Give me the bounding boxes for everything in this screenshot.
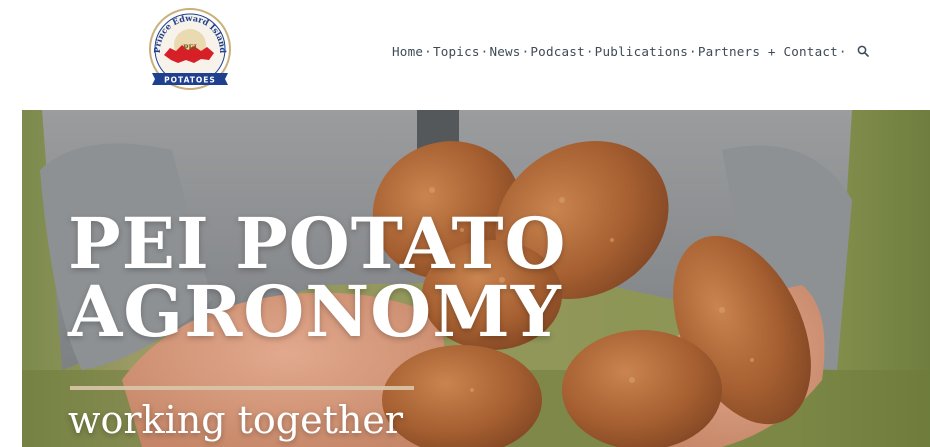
nav-podcast[interactable]: Podcast <box>530 44 584 59</box>
logo-center-text: PEI <box>183 43 197 52</box>
hero-subtitle: working together <box>68 398 403 442</box>
search-icon[interactable] <box>857 45 869 57</box>
hero-title-line1: PEI POTATO <box>68 202 567 285</box>
pei-potatoes-logo[interactable]: Prince Edward Island PEI POTATOES <box>146 7 234 95</box>
nav-separator: · <box>838 43 847 59</box>
nav-home[interactable]: Home <box>392 44 423 59</box>
logo-graphic: Prince Edward Island PEI POTATOES <box>149 8 231 90</box>
nav-separator: · <box>424 43 432 59</box>
hero-divider <box>70 386 414 390</box>
hero-banner: PEI POTATO AGRONOMY working together <box>22 110 930 447</box>
hero-title-line2: AGRONOMY <box>68 270 562 353</box>
main-nav: Home · Topics · News · Podcast · Publica… <box>392 42 869 60</box>
nav-separator: · <box>480 43 489 59</box>
hero-title: PEI POTATO AGRONOMY <box>68 202 567 353</box>
nav-topics[interactable]: Topics <box>433 44 480 59</box>
nav-publications[interactable]: Publications <box>595 44 688 59</box>
nav-separator: · <box>585 43 594 59</box>
nav-news[interactable]: News <box>489 44 520 59</box>
site-header: Prince Edward Island PEI POTATOES Home ·… <box>0 0 930 108</box>
logo-banner-text: POTATOES <box>164 76 216 85</box>
nav-partners-contact[interactable]: Partners + Contact <box>698 44 838 59</box>
nav-separator: · <box>521 43 530 59</box>
nav-separator: · <box>689 43 697 59</box>
